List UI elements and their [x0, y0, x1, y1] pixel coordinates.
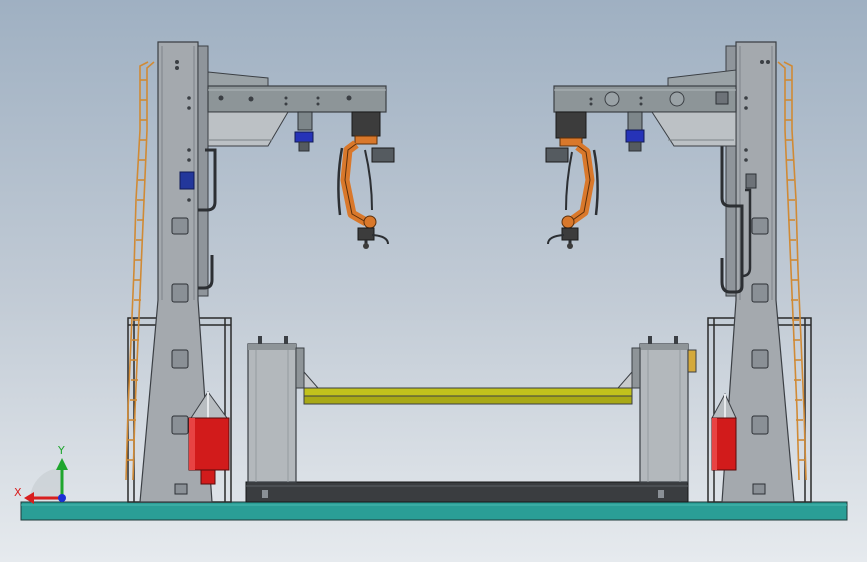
left-headstock	[247, 343, 297, 483]
positioner-base-rail	[245, 481, 689, 503]
z-axis-dot	[58, 494, 66, 502]
left-control-box	[179, 171, 195, 190]
left-welding-robot	[337, 111, 395, 249]
workpiece-fixture-bar	[303, 387, 633, 397]
y-axis-label: Y	[57, 444, 65, 457]
positioner	[245, 336, 697, 503]
x-axis-label: X	[14, 486, 22, 499]
right-welding-robot	[545, 111, 599, 249]
coordinate-triad: Y X	[14, 444, 68, 504]
welding-station-drawing: Y X	[14, 41, 848, 521]
right-headstock	[639, 343, 689, 483]
cad-viewport[interactable]: Y X	[0, 0, 867, 562]
